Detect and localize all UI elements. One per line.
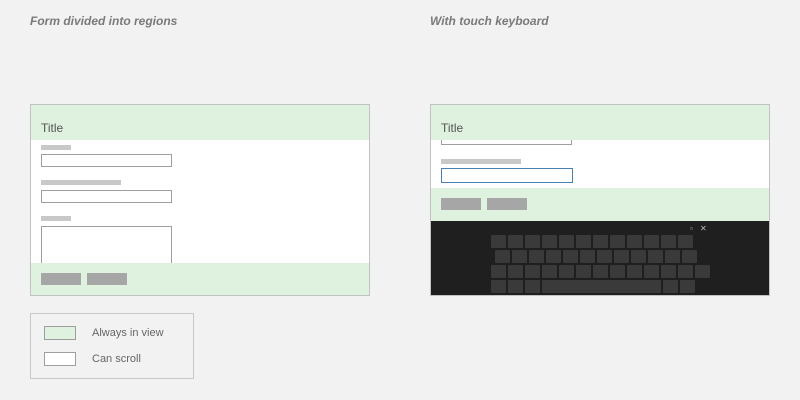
- keyboard-key[interactable]: [491, 265, 506, 278]
- keyboard-key[interactable]: [665, 250, 680, 263]
- keyboard-key[interactable]: [525, 280, 540, 293]
- header-region: Title: [431, 105, 769, 140]
- keyboard-key[interactable]: [680, 280, 695, 293]
- keyboard-key[interactable]: [610, 235, 625, 248]
- legend-label-always-in-view: Always in view: [92, 327, 164, 339]
- keyboard-key[interactable]: [542, 280, 661, 293]
- keyboard-key[interactable]: [491, 280, 506, 293]
- field-label-placeholder: [41, 180, 121, 185]
- keyboard-key[interactable]: [563, 250, 578, 263]
- keyboard-key[interactable]: [593, 265, 608, 278]
- caption-touch-keyboard: With touch keyboard: [430, 14, 549, 28]
- keyboard-key[interactable]: [644, 235, 659, 248]
- keyboard-key[interactable]: [682, 250, 697, 263]
- scroll-region: [31, 140, 369, 266]
- keyboard-key[interactable]: [542, 265, 557, 278]
- keyboard-key[interactable]: [525, 235, 540, 248]
- keyboard-key[interactable]: [644, 265, 659, 278]
- keyboard-key[interactable]: [508, 265, 523, 278]
- keyboard-key[interactable]: [559, 235, 574, 248]
- keyboard-key[interactable]: [580, 250, 595, 263]
- close-icon[interactable]: ✕: [700, 224, 707, 234]
- keyboard-key[interactable]: [593, 235, 608, 248]
- multiline-field[interactable]: [41, 226, 172, 266]
- keyboard-key[interactable]: [597, 250, 612, 263]
- legend-swatch-always-in-view: [44, 326, 76, 340]
- undock-icon[interactable]: ▫: [690, 224, 693, 234]
- primary-button[interactable]: [441, 198, 481, 210]
- keyboard-key[interactable]: [648, 250, 663, 263]
- keyboard-key[interactable]: [663, 280, 678, 293]
- form-keyboard-mockup: Title ▫ ✕: [430, 104, 770, 296]
- keyboard-key[interactable]: [614, 250, 629, 263]
- secondary-button[interactable]: [487, 198, 527, 210]
- keyboard-key[interactable]: [508, 280, 523, 293]
- keyboard-key[interactable]: [627, 235, 642, 248]
- keyboard-key[interactable]: [495, 250, 510, 263]
- keyboard-key[interactable]: [576, 265, 591, 278]
- footer-region: [31, 263, 369, 295]
- legend-label-can-scroll: Can scroll: [92, 353, 141, 365]
- keyboard-key[interactable]: [678, 235, 693, 248]
- legend: Always in view Can scroll: [30, 313, 194, 379]
- keyboard-key[interactable]: [491, 235, 506, 248]
- keyboard-key[interactable]: [542, 235, 557, 248]
- keyboard-key[interactable]: [610, 265, 625, 278]
- legend-swatch-can-scroll: [44, 352, 76, 366]
- secondary-button[interactable]: [87, 273, 127, 285]
- keyboard-key[interactable]: [546, 250, 561, 263]
- focused-text-field[interactable]: [441, 168, 573, 183]
- header-region: Title: [31, 105, 369, 140]
- caption-form-regions: Form divided into regions: [30, 14, 178, 28]
- field-label-placeholder: [441, 159, 521, 164]
- form-title: Title: [41, 121, 64, 135]
- keyboard-key[interactable]: [525, 265, 540, 278]
- footer-region: [431, 188, 769, 221]
- keyboard-key[interactable]: [508, 235, 523, 248]
- keyboard-key[interactable]: [512, 250, 527, 263]
- text-field[interactable]: [441, 140, 572, 145]
- keyboard-key[interactable]: [661, 235, 676, 248]
- keyboard-key[interactable]: [695, 265, 710, 278]
- form-regions-mockup: Title: [30, 104, 370, 296]
- form-title: Title: [441, 121, 464, 135]
- keyboard-key[interactable]: [678, 265, 693, 278]
- keyboard-key[interactable]: [559, 265, 574, 278]
- keyboard-key[interactable]: [627, 265, 642, 278]
- text-field[interactable]: [41, 154, 172, 167]
- keyboard-key[interactable]: [631, 250, 646, 263]
- field-label-placeholder: [41, 145, 71, 150]
- keyboard-key[interactable]: [529, 250, 544, 263]
- text-field[interactable]: [41, 190, 172, 203]
- keyboard-key[interactable]: [661, 265, 676, 278]
- keyboard-key[interactable]: [576, 235, 591, 248]
- field-label-placeholder: [41, 216, 71, 221]
- scroll-region: [431, 140, 769, 188]
- touch-keyboard: ▫ ✕: [431, 221, 769, 295]
- primary-button[interactable]: [41, 273, 81, 285]
